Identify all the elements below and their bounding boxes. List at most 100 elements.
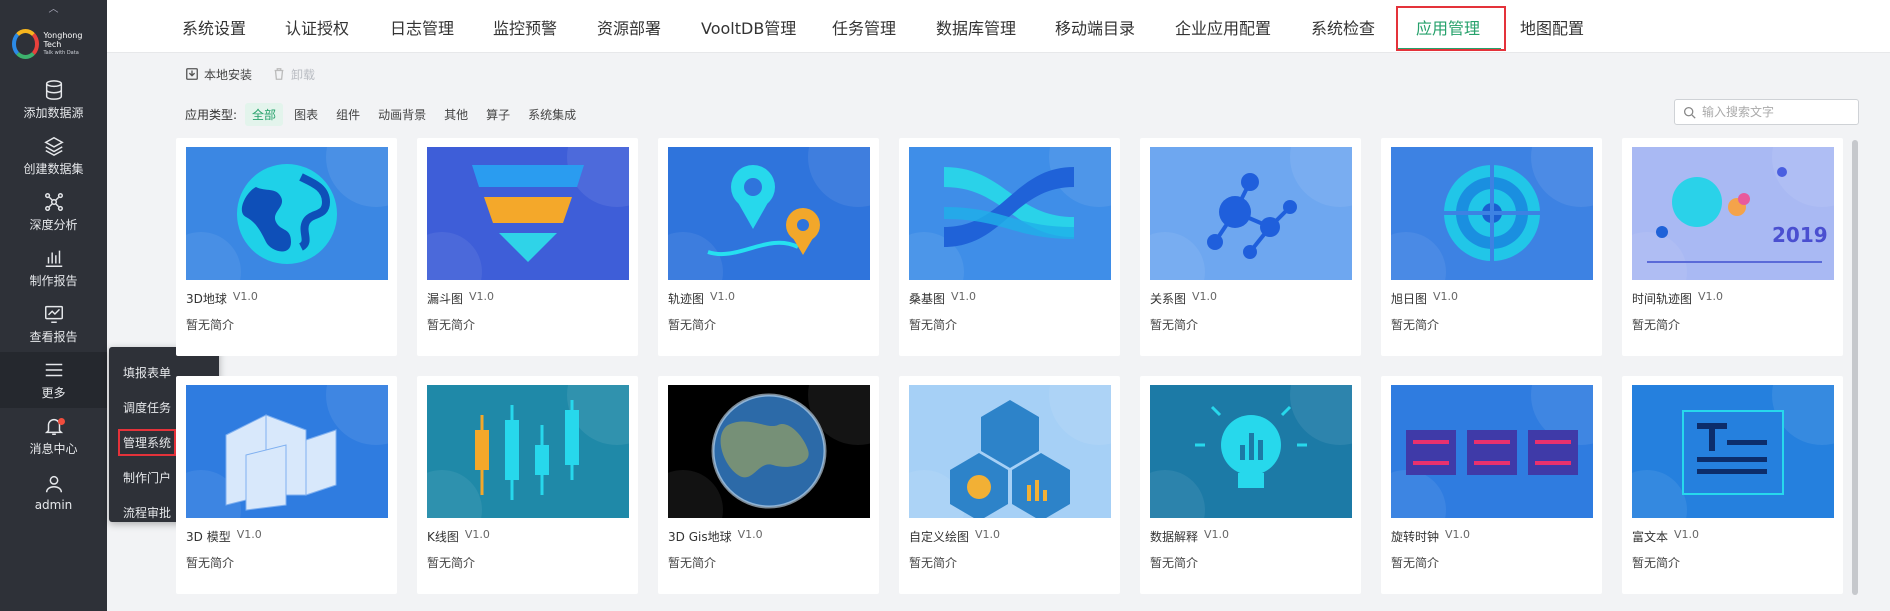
app-card[interactable]: 漏斗图 V1.0 暂无简介: [417, 138, 638, 356]
app-thumbnail: [186, 385, 388, 518]
sidebar-item-label: 消息中心: [29, 442, 78, 456]
tab-task-management[interactable]: 任务管理: [832, 0, 896, 53]
sidebar-item-view-report[interactable]: 查看报告: [0, 296, 107, 352]
filter-chip-other[interactable]: 其他: [437, 103, 475, 126]
sidebar-item-create-dataset[interactable]: 创建数据集: [0, 128, 107, 184]
app-version: V1.0: [1698, 290, 1724, 303]
tab-vooltdb[interactable]: VooltDB管理: [701, 0, 796, 53]
app-version: V1.0: [1674, 528, 1700, 541]
sidebar-item-label: 查看报告: [29, 330, 78, 344]
app-card[interactable]: 数据解释 V1.0 暂无简介: [1140, 376, 1361, 594]
highlight-box: [1396, 6, 1506, 51]
filter-chip-component[interactable]: 组件: [329, 103, 367, 126]
app-name: 数据解释: [1150, 530, 1199, 544]
database-icon: [45, 80, 62, 100]
install-icon: [186, 68, 198, 80]
app-card[interactable]: 2019 时间轨迹图 V1.0 暂无简介: [1622, 138, 1843, 356]
install-button[interactable]: 本地安装: [185, 66, 252, 83]
app-name: 3D Gis地球: [668, 530, 732, 544]
app-thumbnail: 2019: [1632, 147, 1834, 280]
sidebar-item-deep-analysis[interactable]: 深度分析: [0, 184, 107, 240]
app-version: V1.0: [975, 528, 1001, 541]
filter-chip-chart[interactable]: 图表: [287, 103, 325, 126]
app-version: V1.0: [236, 528, 262, 541]
tab-resource-deploy[interactable]: 资源部署: [597, 0, 661, 53]
filter-chip-animated-bg[interactable]: 动画背景: [371, 103, 433, 126]
chevron-up-icon[interactable]: ︿: [0, 0, 107, 15]
app-version: V1.0: [1445, 528, 1471, 541]
tab-enterprise-app-config[interactable]: 企业应用配置: [1175, 0, 1271, 53]
app-version: V1.0: [464, 528, 490, 541]
tab-database-management[interactable]: 数据库管理: [936, 0, 1016, 53]
app-version: V1.0: [469, 290, 495, 303]
svg-text:2019: 2019: [1772, 223, 1828, 247]
app-version: V1.0: [1433, 290, 1459, 303]
tab-monitor-alert[interactable]: 监控预警: [493, 0, 557, 53]
app-card[interactable]: 富文本 V1.0 暂无简介: [1622, 376, 1843, 594]
filter-chip-all[interactable]: 全部: [245, 102, 284, 126]
app-title: 旋转时钟 V1.0: [1391, 528, 1470, 545]
sidebar-item-messages[interactable]: 消息中心: [0, 408, 107, 464]
app-version: V1.0: [951, 290, 977, 303]
logo-name: Yonghong Tech: [43, 30, 83, 49]
app-name: 旋转时钟: [1391, 530, 1440, 544]
sidebar: ︿ Yonghong Tech Talk with Data 添加数据源 创建数…: [0, 0, 107, 611]
app-title: K线图 V1.0: [427, 528, 490, 545]
sidebar-item-user[interactable]: admin: [0, 464, 107, 520]
uninstall-button[interactable]: 卸载: [272, 66, 315, 83]
sidebar-item-more[interactable]: 更多: [0, 352, 107, 408]
app-description: 暂无简介: [668, 556, 717, 570]
search-input[interactable]: [1702, 105, 1852, 119]
app-title: 桑基图 V1.0: [909, 290, 976, 307]
notification-dot: [58, 418, 65, 425]
app-thumbnail: [909, 147, 1111, 280]
app-card[interactable]: 轨迹图 V1.0 暂无简介: [658, 138, 879, 356]
app-description: 暂无简介: [1632, 556, 1681, 570]
app-name: K线图: [427, 530, 459, 544]
app-card[interactable]: K线图 V1.0 暂无简介: [417, 376, 638, 594]
sidebar-item-label: admin: [34, 497, 73, 512]
app-card[interactable]: 3D Gis地球 V1.0 暂无简介: [658, 376, 879, 594]
search-box: [1674, 99, 1859, 125]
app-thumbnail: [427, 385, 629, 518]
app-version: V1.0: [737, 528, 763, 541]
network-icon: [44, 193, 63, 211]
app-card[interactable]: 3D 模型 V1.0 暂无简介: [176, 376, 397, 594]
app-card[interactable]: 自定义绘图 V1.0 暂无简介: [899, 376, 1120, 594]
app-card[interactable]: 旭日图 V1.0 暂无简介: [1381, 138, 1602, 356]
app-card[interactable]: 3D地球 V1.0 暂无简介: [176, 138, 397, 356]
top-nav: 系统设置 认证授权 日志管理 监控预警 资源部署 VooltDB管理 任务管理 …: [107, 0, 1890, 53]
sidebar-item-label: 制作报告: [29, 274, 78, 288]
filter-chip-operator[interactable]: 算子: [479, 103, 517, 126]
app-name: 时间轨迹图: [1632, 292, 1693, 306]
app-description: 暂无简介: [1150, 318, 1199, 332]
tab-system-check[interactable]: 系统检查: [1311, 0, 1375, 53]
app-name: 自定义绘图: [909, 530, 970, 544]
app-card[interactable]: 关系图 V1.0 暂无简介: [1140, 138, 1361, 356]
sidebar-item-label: 深度分析: [29, 218, 78, 232]
tab-system-settings[interactable]: 系统设置: [182, 0, 246, 53]
app-card[interactable]: 桑基图 V1.0 暂无简介: [899, 138, 1120, 356]
app-version: V1.0: [232, 290, 258, 303]
tab-log-management[interactable]: 日志管理: [390, 0, 454, 53]
app-name: 轨迹图: [668, 292, 705, 306]
sidebar-item-make-report[interactable]: 制作报告: [0, 240, 107, 296]
app-title: 3D Gis地球 V1.0: [668, 528, 763, 545]
app-description: 暂无简介: [668, 318, 717, 332]
app-thumbnail: [668, 385, 870, 518]
app-thumbnail: [1150, 147, 1352, 280]
scrollbar-thumb[interactable]: [1852, 140, 1858, 595]
app-thumbnail: [1391, 385, 1593, 518]
app-title: 3D 模型 V1.0: [186, 528, 262, 545]
sidebar-item-add-datasource[interactable]: 添加数据源: [0, 72, 107, 128]
tab-map-config[interactable]: 地图配置: [1520, 0, 1584, 53]
app-card[interactable]: 旋转时钟 V1.0 暂无简介: [1381, 376, 1602, 594]
app-name: 旭日图: [1391, 292, 1428, 306]
monitor-chart-icon: [44, 305, 63, 323]
tab-mobile-catalog[interactable]: 移动端目录: [1055, 0, 1135, 53]
app-name: 漏斗图: [427, 292, 464, 306]
app-name: 3D 模型: [186, 530, 231, 544]
app-description: 暂无简介: [909, 556, 958, 570]
filter-chip-system-integration[interactable]: 系统集成: [521, 103, 583, 126]
tab-auth[interactable]: 认证授权: [285, 0, 349, 53]
